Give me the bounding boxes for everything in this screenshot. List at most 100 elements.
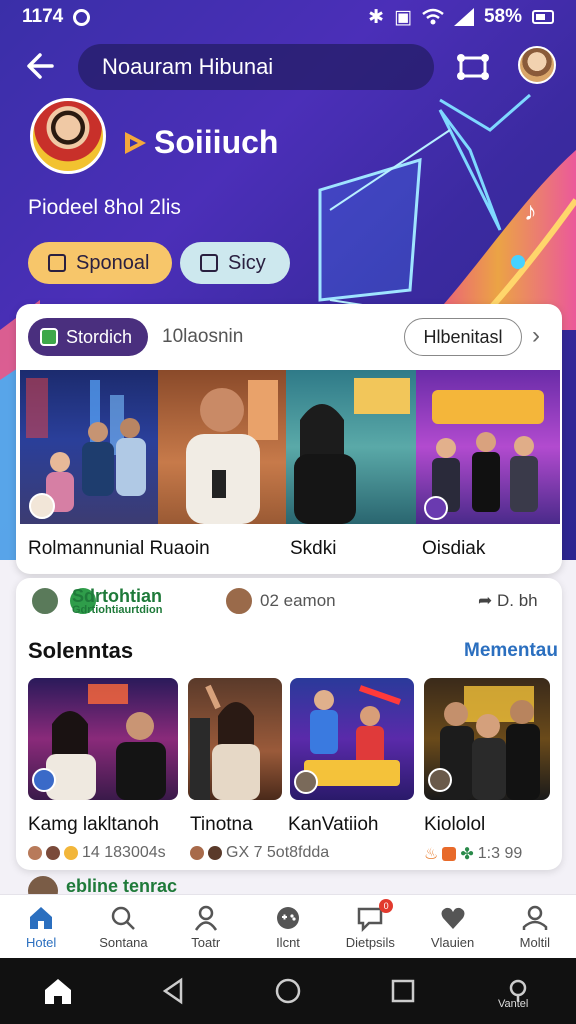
recommendations-card: Sdrtohtian Gdrtiohtiaurtdion 02 eamon ➦ … <box>16 578 562 870</box>
uploader-avatar[interactable] <box>224 586 254 616</box>
square-icon <box>200 254 218 272</box>
notification-badge: 0 <box>379 899 394 913</box>
section-title: Solenntas <box>28 638 134 663</box>
arrow-left-icon <box>27 53 54 79</box>
video-thumbnail[interactable] <box>28 678 178 800</box>
nav-search[interactable]: Sontana <box>82 895 164 958</box>
battery-percent: 58% <box>483 6 522 27</box>
nav-label: Hotel <box>25 935 57 950</box>
nav-label: Moltil <box>519 935 550 950</box>
channel-avatar[interactable] <box>30 98 106 174</box>
viewer-avatar <box>64 846 78 860</box>
share-icon <box>457 54 489 80</box>
viewer-avatar <box>190 846 204 860</box>
nav-home[interactable]: Hotel <box>0 895 82 958</box>
channel-name: Soiiiuch <box>154 124 279 160</box>
viewer-avatar <box>46 846 60 860</box>
vibrate-icon: ▣ <box>394 6 412 28</box>
video-thumbnail[interactable] <box>286 370 416 524</box>
system-circle-icon[interactable] <box>272 975 304 1007</box>
notification-icon <box>73 8 91 26</box>
chevron-right-icon[interactable]: › <box>532 322 540 350</box>
signal-icon <box>453 8 474 26</box>
video-thumbnail[interactable] <box>290 678 414 800</box>
thumbnail-art <box>186 380 278 524</box>
viewer-avatar <box>28 846 42 860</box>
nav-favorites[interactable]: Vlauien <box>411 895 493 958</box>
chip-label: Sponoal <box>76 251 150 274</box>
video-caption: Kiololol <box>424 814 486 835</box>
nav-label: Toatr <box>191 935 221 950</box>
profile-icon <box>522 905 548 930</box>
secondary-chip[interactable]: Sicy <box>180 242 290 284</box>
person-icon <box>194 905 217 931</box>
share-action[interactable]: ➦ D. bh <box>478 591 538 611</box>
play-logo-icon <box>125 132 146 154</box>
thumbnail-caption: Skdki <box>290 538 337 559</box>
fire-icon: ♨ <box>424 846 439 863</box>
upload-time: 02 eamon <box>260 591 336 610</box>
nav-team[interactable]: Toatr <box>165 895 247 958</box>
video-thumbnail[interactable] <box>424 678 550 800</box>
thumbnail-art <box>26 378 146 519</box>
search-field[interactable]: Noauram Hibunai <box>78 44 434 90</box>
viewer-avatar <box>208 846 222 860</box>
thumbnail-art <box>190 684 260 800</box>
bottom-navigation: Hotel Sontana Toatr Ilcnt 0 Dietpsils Vl… <box>0 894 576 958</box>
system-assistant-label: Vantel <box>498 998 529 1010</box>
thumbnail-caption: Oisdiak <box>422 538 486 559</box>
nav-label: Dietpsils <box>345 935 395 950</box>
thumbnail-row <box>20 370 560 524</box>
video-meta: ♨ ✤ 1:3 99 <box>424 844 522 864</box>
thumbnail-art <box>424 390 544 520</box>
video-thumbnail[interactable] <box>158 370 286 524</box>
share-button[interactable] <box>452 46 494 88</box>
badge-dot <box>442 847 457 861</box>
video-caption: Tinotna <box>190 814 253 835</box>
share-label: D. bh <box>496 591 538 610</box>
share-arrow-icon: ➦ <box>478 591 493 610</box>
sponsor-chip[interactable]: Sponoal <box>28 242 172 284</box>
video-stats: 1:3 99 <box>477 845 523 862</box>
featured-card: Stordich 10laosnin Hlbenitasl › Rolmannu… <box>16 304 562 574</box>
status-time: 1174 <box>22 6 64 27</box>
thumbnail-caption: Rolmannunial Ruaoin <box>28 538 210 559</box>
video-meta: GX 7 5ot8fdda <box>190 844 329 862</box>
item-count: 10laosnin <box>162 326 244 347</box>
video-caption: KanVatiioh <box>288 814 379 835</box>
category-pill[interactable]: Stordich <box>28 318 148 356</box>
music-note-icon: ♪ <box>524 196 537 226</box>
search-icon <box>112 906 136 930</box>
back-button[interactable] <box>22 46 60 86</box>
thumbnail-art <box>32 684 166 800</box>
system-navigation-bar <box>0 958 576 1024</box>
nav-label: Ilcnt <box>276 935 300 950</box>
outline-button[interactable]: Hlbenitasl <box>404 318 522 356</box>
category-icon <box>40 328 58 346</box>
channel-avatar-small[interactable] <box>30 586 60 616</box>
chip-label: Sicy <box>228 251 266 274</box>
nav-messages[interactable]: 0 Dietpsils <box>329 895 411 958</box>
video-thumbnail[interactable] <box>416 370 560 524</box>
nav-games[interactable]: Ilcnt <box>247 895 329 958</box>
thumbnail-art <box>294 378 410 524</box>
tablet-icon <box>48 254 66 272</box>
clover-icon: ✤ <box>460 846 474 863</box>
nav-profile[interactable]: Moltil <box>494 895 576 958</box>
system-home-icon[interactable] <box>42 975 74 1007</box>
category-label: Stordich <box>66 326 133 347</box>
video-thumbnail[interactable] <box>20 370 158 524</box>
video-stats: 14 183004s <box>82 844 166 861</box>
see-more-link[interactable]: Mementau <box>464 640 558 662</box>
channel-subtitle: Piodeel 8hol 2lis <box>28 196 181 219</box>
system-back-icon[interactable] <box>157 975 189 1007</box>
status-bar: 1174 ✱ ▣ 58% <box>0 0 576 34</box>
controller-icon <box>276 907 299 929</box>
system-recents-icon[interactable] <box>387 975 419 1007</box>
thumbnail-art <box>294 685 401 794</box>
video-meta: 14 183004s <box>28 844 166 862</box>
thumbnail-art <box>428 686 540 800</box>
user-avatar[interactable] <box>518 46 556 84</box>
video-thumbnail[interactable] <box>188 678 282 800</box>
battery-icon <box>532 10 554 24</box>
